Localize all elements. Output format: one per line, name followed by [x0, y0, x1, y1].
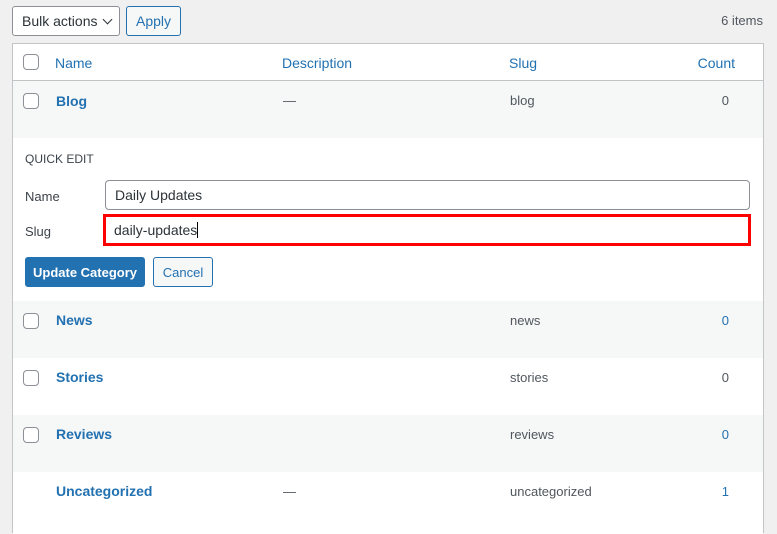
name-input[interactable]: Daily Updates	[105, 180, 750, 210]
table-row: News news 0	[13, 301, 763, 358]
count: 0	[721, 93, 729, 108]
column-description[interactable]: Description	[282, 55, 352, 71]
category-name-link[interactable]: Blog	[56, 93, 87, 109]
slug-input[interactable]: daily-updates	[103, 214, 751, 246]
category-name-link[interactable]: Uncategorized	[56, 483, 152, 499]
update-category-button[interactable]: Update Category	[25, 257, 145, 287]
category-name-link[interactable]: Stories	[56, 369, 103, 385]
slug: news	[510, 313, 541, 328]
quick-edit-panel: QUICK EDIT Name Daily Updates Slug daily…	[13, 138, 763, 301]
table-header: Name Description Slug Count	[13, 44, 763, 81]
category-name-link[interactable]: Reviews	[56, 426, 112, 442]
bulk-actions-select[interactable]: Bulk actions	[12, 6, 120, 36]
slug: stories	[510, 370, 549, 385]
table-row: Stories stories 0	[13, 358, 763, 415]
count-link[interactable]: 1	[722, 484, 729, 499]
chevron-down-icon	[103, 14, 113, 24]
table-row: Reviews reviews 0	[13, 415, 763, 472]
bulk-actions-label: Bulk actions	[22, 13, 98, 29]
text-cursor	[197, 222, 199, 238]
category-name-link[interactable]: News	[56, 312, 93, 328]
column-slug[interactable]: Slug	[509, 55, 537, 71]
select-all-checkbox[interactable]	[23, 54, 39, 70]
count-link[interactable]: 0	[722, 427, 729, 442]
description: —	[283, 93, 296, 108]
count-link[interactable]: 0	[722, 313, 729, 328]
apply-button[interactable]: Apply	[126, 6, 181, 36]
name-label: Name	[25, 189, 60, 204]
description: —	[283, 484, 296, 499]
column-count[interactable]: Count	[698, 55, 735, 71]
table-row: Blog — blog 0	[13, 81, 763, 138]
row-checkbox[interactable]	[23, 427, 39, 443]
row-checkbox[interactable]	[23, 313, 39, 329]
row-checkbox[interactable]	[23, 370, 39, 386]
slug: uncategorized	[510, 484, 592, 499]
slug-label: Slug	[25, 224, 52, 239]
items-count: 6 items	[721, 13, 763, 28]
slug: blog	[510, 93, 535, 108]
row-checkbox[interactable]	[23, 93, 39, 109]
cancel-button[interactable]: Cancel	[153, 257, 213, 287]
slug-value: daily-updates	[114, 222, 198, 238]
column-name[interactable]: Name	[55, 55, 92, 71]
count: 0	[721, 370, 729, 385]
quick-edit-title: QUICK EDIT	[25, 152, 94, 166]
categories-table: Name Description Slug Count Blog — blog …	[12, 43, 764, 534]
slug: reviews	[510, 427, 555, 442]
